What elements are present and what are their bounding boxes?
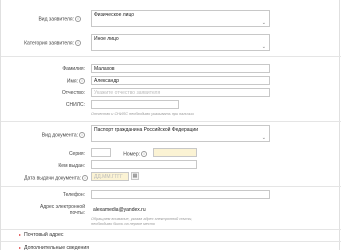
issued-by-input[interactable] <box>91 160 197 169</box>
patronymic-label: Отчество: <box>61 90 85 96</box>
patronymic-input[interactable]: Укажите отчество заявителя <box>91 88 270 97</box>
phone-label: Телефон: <box>62 192 85 198</box>
info-icon[interactable]: i <box>75 16 81 22</box>
divider <box>1 121 341 122</box>
section-postal-address[interactable]: ▸ Почтовый адрес <box>19 232 64 238</box>
first-name-input[interactable]: Александр <box>91 76 270 85</box>
document-type-label: Вид документа: i <box>1 132 85 138</box>
chevron-down-icon: ⌄ <box>261 135 266 141</box>
divider <box>1 186 341 187</box>
info-icon[interactable]: i <box>141 151 147 157</box>
snils-hint: Отчество и СНИЛС необходимо указывать пр… <box>91 112 194 116</box>
snils-label: СНИЛС: <box>65 102 85 108</box>
number-input[interactable] <box>153 148 197 157</box>
applicant-type-label-text: Вид заявителя: <box>38 16 74 23</box>
snils-input[interactable] <box>91 100 179 109</box>
info-icon[interactable]: i <box>79 78 85 84</box>
section-postal-address-label: Почтовый адрес <box>24 232 64 238</box>
phone-input[interactable] <box>91 190 270 199</box>
email-label-line2: почты: <box>69 210 85 216</box>
info-icon[interactable]: i <box>75 40 81 46</box>
series-label: Серия: <box>68 151 85 157</box>
info-icon[interactable]: i <box>82 175 88 181</box>
applicant-type-label: Вид заявителя: i <box>1 16 81 22</box>
applicant-category-select-dropdown[interactable]: ⌄ <box>91 43 270 51</box>
calendar-icon[interactable]: ▦ <box>131 172 139 180</box>
series-input[interactable] <box>91 148 111 157</box>
issue-date-label-text: Дата выдачи документа: <box>24 175 81 182</box>
first-name-label-text: Имя: <box>66 78 78 85</box>
divider <box>1 56 341 57</box>
issued-by-label: Кем выдан: <box>58 163 85 169</box>
info-icon[interactable]: i <box>79 132 85 138</box>
triangle-right-icon: ▸ <box>19 245 22 250</box>
applicant-type-value: Физическое лицо <box>94 12 135 18</box>
divider <box>1 229 341 230</box>
chevron-down-icon: ⌄ <box>261 20 266 26</box>
issue-date-input[interactable]: ДД.ММ.ГГГГ <box>91 172 129 181</box>
applicant-type-select[interactable]: Физическое лицо <box>91 10 270 19</box>
section-additional[interactable]: ▸ Дополнительные сведения <box>19 245 89 251</box>
issue-date-label: Дата выдачи документа: i <box>1 175 88 181</box>
applicant-category-label-text: Категория заявителя: <box>24 40 74 47</box>
email-hint-line2: необходимо быть на первое место <box>91 221 155 226</box>
number-label-text: Номер: <box>123 151 140 158</box>
applicant-category-label: Категория заявителя: i <box>1 40 81 46</box>
section-additional-label: Дополнительные сведения <box>24 245 90 251</box>
document-type-value: Паспорт гражданина Российской Федерации <box>94 127 198 133</box>
document-type-label-text: Вид документа: <box>41 132 78 139</box>
email-input[interactable]: alexamedia@yandex.ru <box>91 206 270 215</box>
last-name-input[interactable]: Малахов <box>91 64 270 73</box>
last-name-label: Фамилия: <box>62 66 85 72</box>
triangle-right-icon: ▸ <box>19 232 22 237</box>
chevron-down-icon: ⌄ <box>261 44 266 50</box>
document-type-select[interactable]: Паспорт гражданина Российской Федерации <box>91 125 270 134</box>
first-name-label: Имя: i <box>1 78 85 84</box>
applicant-type-select-dropdown[interactable]: ⌄ <box>91 19 270 27</box>
applicant-category-value: Иное лицо <box>94 36 119 42</box>
divider <box>1 241 341 242</box>
form-panel: Вид заявителя: i Физическое лицо ⌄ Катего… <box>0 0 341 251</box>
applicant-category-select[interactable]: Иное лицо <box>91 34 270 43</box>
document-type-select-dropdown[interactable]: ⌄ <box>91 134 270 142</box>
number-label: Номер: i <box>113 151 147 157</box>
